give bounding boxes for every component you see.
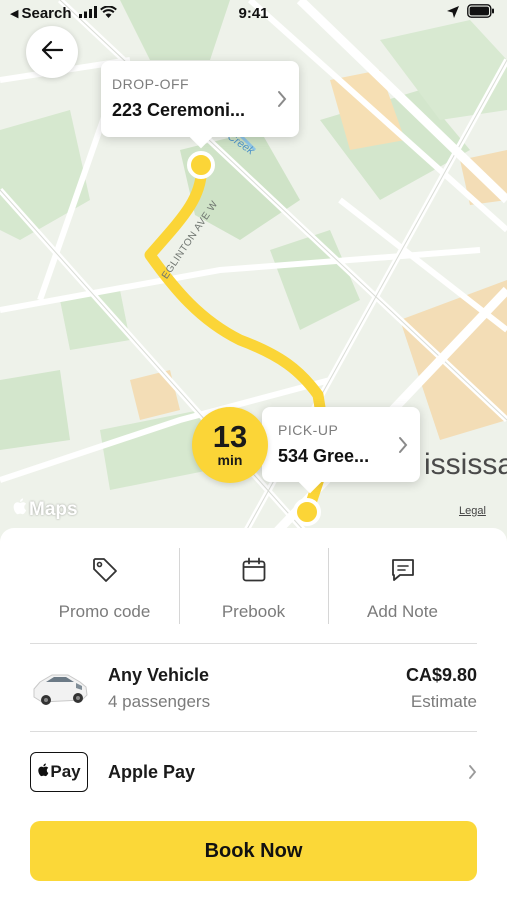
- divider: [179, 548, 180, 624]
- message-icon: [389, 556, 417, 586]
- vehicle-row[interactable]: Any Vehicle 4 passengers CA$9.80 Estimat…: [30, 660, 477, 716]
- chevron-right-icon: [468, 764, 477, 785]
- location-arrow-icon: [447, 5, 459, 22]
- prebook-label: Prebook: [221, 602, 286, 621]
- battery-icon: [467, 4, 495, 22]
- status-bar: ◀ Search 9:41: [0, 0, 507, 28]
- maps-logo: Maps: [12, 498, 78, 521]
- fare-estimate-label: Estimate: [410, 692, 477, 711]
- maps-brand: Maps: [29, 498, 78, 520]
- back-button[interactable]: [26, 26, 78, 78]
- promo-code-button[interactable]: Promo code: [30, 548, 179, 624]
- dropoff-callout[interactable]: DROP-OFF 223 Ceremoni...: [101, 61, 299, 137]
- payment-method-name: Apple Pay: [108, 762, 196, 782]
- eta-badge: 13 min: [192, 407, 268, 483]
- chevron-right-icon: [398, 436, 408, 459]
- map-view[interactable]: EGLINTON AVE W Creek ississau ◀ Search 9…: [0, 0, 507, 560]
- eta-value: 13: [212, 419, 248, 454]
- city-label: ississau: [424, 448, 507, 481]
- prebook-button[interactable]: Prebook: [179, 548, 328, 624]
- calendar-icon: [240, 556, 268, 586]
- add-note-label: Add Note: [367, 602, 438, 621]
- divider: [30, 731, 477, 732]
- vehicle-passengers: 4 passengers: [108, 692, 211, 711]
- clock: 9:41: [238, 5, 269, 22]
- divider: [328, 548, 329, 624]
- add-note-button[interactable]: Add Note: [328, 548, 477, 624]
- promo-code-label: Promo code: [58, 602, 151, 621]
- quick-actions: Promo code Prebook Add Note: [30, 548, 477, 624]
- dropoff-label: DROP-OFF: [112, 76, 190, 92]
- arrow-left-icon: [40, 40, 64, 65]
- apple-pay-badge: Pay: [30, 752, 88, 792]
- car-icon: [30, 662, 90, 715]
- booking-sheet: Promo code Prebook Add Note Any Vehicle …: [0, 528, 507, 900]
- dropoff-address: 223 Ceremoni...: [112, 100, 246, 120]
- payment-method-row[interactable]: Pay Apple Pay: [30, 750, 477, 794]
- apple-logo-icon: [37, 762, 49, 782]
- legal-link[interactable]: Legal: [459, 505, 486, 517]
- chevron-right-icon: [277, 90, 287, 113]
- divider: [30, 643, 477, 644]
- eta-unit: min: [217, 452, 243, 468]
- book-now-button[interactable]: Book Now: [30, 821, 477, 881]
- apple-pay-badge-text: Pay: [50, 762, 81, 781]
- tag-icon: [91, 556, 119, 586]
- pickup-callout[interactable]: PICK-UP 534 Gree...: [262, 407, 420, 482]
- vehicle-name: Any Vehicle: [108, 665, 210, 685]
- fare-price: CA$9.80: [405, 665, 477, 685]
- apple-logo-icon: [12, 498, 27, 521]
